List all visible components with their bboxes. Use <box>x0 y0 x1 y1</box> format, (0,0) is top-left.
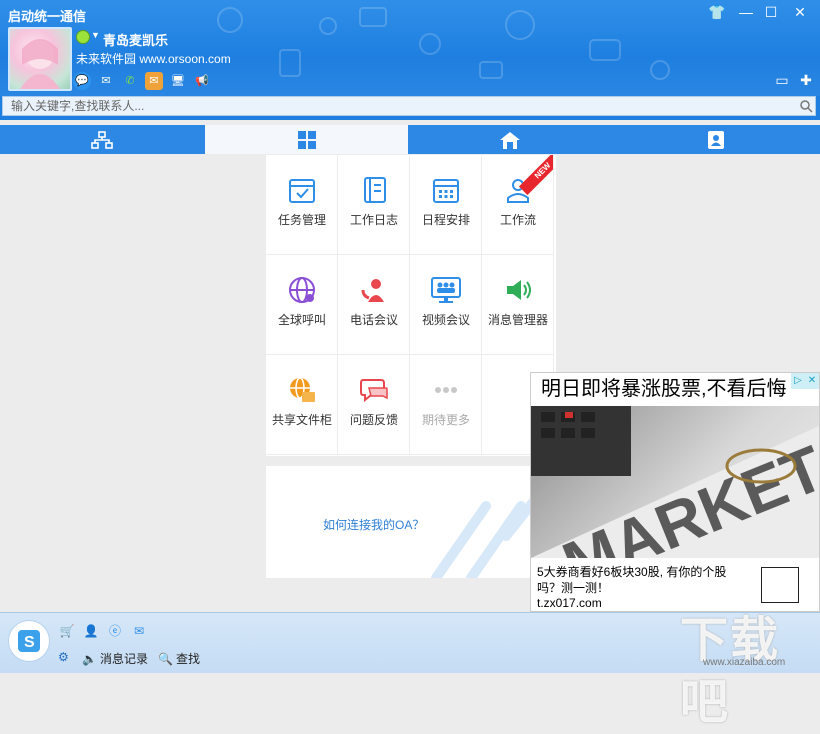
svg-text:S: S <box>24 634 35 651</box>
outlook-icon[interactable]: ✉ <box>130 622 148 640</box>
app-work-log[interactable]: 工作日志 <box>338 155 410 255</box>
app-label: 视频会议 <box>421 313 470 327</box>
app-phone-conference[interactable]: 电话会议 <box>338 255 410 355</box>
contact-card-icon <box>707 130 724 149</box>
app-label: 任务管理 <box>277 213 326 227</box>
ad-headline[interactable]: 明日即将暴涨股票,不看后悔 <box>531 373 819 406</box>
ad-domain[interactable]: t.zx017.com <box>537 596 602 610</box>
monitor-icon[interactable]: 🖥 <box>169 72 187 90</box>
close-button[interactable]: ✕ <box>789 3 811 21</box>
shared-folder-icon <box>287 375 317 405</box>
search-icon: 🔍 <box>158 651 173 666</box>
tab-apps[interactable] <box>205 125 408 154</box>
gear-icon: ⚙ <box>58 650 69 664</box>
video-conference-icon <box>431 275 461 305</box>
app-video-conference[interactable]: 视频会议 <box>410 255 482 355</box>
user-signature[interactable]: 未来软件园 www.orsoon.com <box>76 50 231 67</box>
ad-description[interactable]: 5大券商看好6板块30股, 有你的个股吗？测一测！ <box>537 564 737 596</box>
more-dots-icon <box>431 375 461 405</box>
search-input[interactable] <box>2 96 816 116</box>
browser-icon[interactable]: ⓔ <box>106 622 124 640</box>
skin-button[interactable]: 👕 <box>706 3 728 21</box>
app-title: 启动统一通信 <box>8 9 87 24</box>
message-history-link[interactable]: 🔈 消息记录 <box>82 650 148 667</box>
app-label: 日程安排 <box>421 213 470 227</box>
app-feedback[interactable]: 问题反馈 <box>338 355 410 455</box>
tab-contacts[interactable] <box>614 125 817 154</box>
phone-icon[interactable]: ✆ <box>121 72 139 90</box>
chat-bubble-icon[interactable]: 💬 <box>73 72 91 90</box>
watermark-url: www.xiazaiba.com <box>703 657 786 668</box>
ad-close-icon[interactable]: ✕ <box>805 373 819 389</box>
globe-call-icon <box>287 275 317 305</box>
app-message-manager[interactable]: 消息管理器 <box>482 255 554 355</box>
app-label: 消息管理器 <box>487 313 548 327</box>
app-schedule[interactable]: 日程安排 <box>410 155 482 255</box>
minimize-button[interactable]: — <box>735 3 757 21</box>
search-icon[interactable] <box>799 99 813 113</box>
tab-home[interactable] <box>408 125 611 154</box>
phone-conference-icon <box>359 275 389 305</box>
avatar[interactable] <box>8 27 72 91</box>
schedule-calendar-icon <box>431 175 461 205</box>
home-icon <box>499 131 520 149</box>
add-icon[interactable]: ✚ <box>798 72 814 88</box>
mail-icon[interactable]: ✉ <box>97 72 115 90</box>
ad-image[interactable]: MARKETS <box>531 406 819 558</box>
ad-controls: ▷ ✕ <box>791 373 819 389</box>
online-status-icon[interactable] <box>76 30 90 44</box>
markets-newspaper-image: MARKETS <box>531 406 819 558</box>
user-name: 青岛麦凯乐 <box>103 33 169 48</box>
watermark-logo-text: 下载吧 <box>680 614 781 729</box>
org-chart-icon <box>90 130 113 149</box>
message-history-label: 消息记录 <box>99 652 148 666</box>
tab-org[interactable] <box>0 125 203 154</box>
oa-help-panel: 如何连接我的OA？ <box>266 466 556 578</box>
find-link[interactable]: 🔍 查找 <box>158 650 200 667</box>
settings-gear-button[interactable]: ⚙ <box>58 650 69 664</box>
app-label: 共享文件柜 <box>271 413 332 427</box>
shop-cart-icon[interactable]: 🛒 <box>58 622 76 640</box>
app-label: 电话会议 <box>349 313 398 327</box>
sms-icon[interactable]: ✉ <box>145 72 163 90</box>
app-shared-files[interactable]: 共享文件柜 <box>266 355 338 455</box>
app-grid: 任务管理 工作日志 日程安排 工作流 NEW 全球呼叫 电话会议 视频会议 消息… <box>266 155 556 456</box>
ad-thumbnail[interactable] <box>761 567 799 603</box>
app-label: 工作日志 <box>349 213 398 227</box>
oa-connect-link[interactable]: 如何连接我的OA？ <box>323 516 424 533</box>
app-label: 全球呼叫 <box>277 313 326 327</box>
header-pattern <box>217 7 670 80</box>
ad-info-icon[interactable]: ▷ <box>791 373 805 389</box>
task-calendar-icon <box>287 175 317 205</box>
start-menu-button[interactable]: S <box>8 620 50 662</box>
app-label: 工作流 <box>499 213 536 227</box>
avatar-image <box>20 39 60 89</box>
user-admin-icon[interactable]: 👤 <box>82 622 100 640</box>
speaker-icon <box>503 275 533 305</box>
app-grid-icon <box>297 130 316 149</box>
new-badge: NEW <box>513 155 553 195</box>
app-label: 期待更多 <box>421 413 470 427</box>
advertisement[interactable]: 明日即将暴涨股票,不看后悔 ▷ ✕ MARKETS 5大券商看好6板块30股, … <box>530 372 820 612</box>
speaker-icon: 🔈 <box>82 651 97 666</box>
message-icon[interactable]: ▭ <box>774 72 790 88</box>
status-dropdown-icon[interactable]: ▼ <box>91 30 100 40</box>
new-badge-text: NEW <box>518 155 553 195</box>
app-more: 期待更多 <box>410 355 482 455</box>
journal-icon <box>359 175 389 205</box>
find-label: 查找 <box>175 652 200 666</box>
app-workflow[interactable]: 工作流 NEW <box>482 155 554 255</box>
app-label: 问题反馈 <box>349 413 398 427</box>
maximize-button[interactable]: ☐ <box>760 3 782 21</box>
app-task-management[interactable]: 任务管理 <box>266 155 338 255</box>
app-logo-icon: S <box>18 630 40 652</box>
app-global-call[interactable]: 全球呼叫 <box>266 255 338 355</box>
broadcast-icon[interactable]: 📢 <box>193 72 211 90</box>
feedback-bubble-icon <box>359 375 389 405</box>
